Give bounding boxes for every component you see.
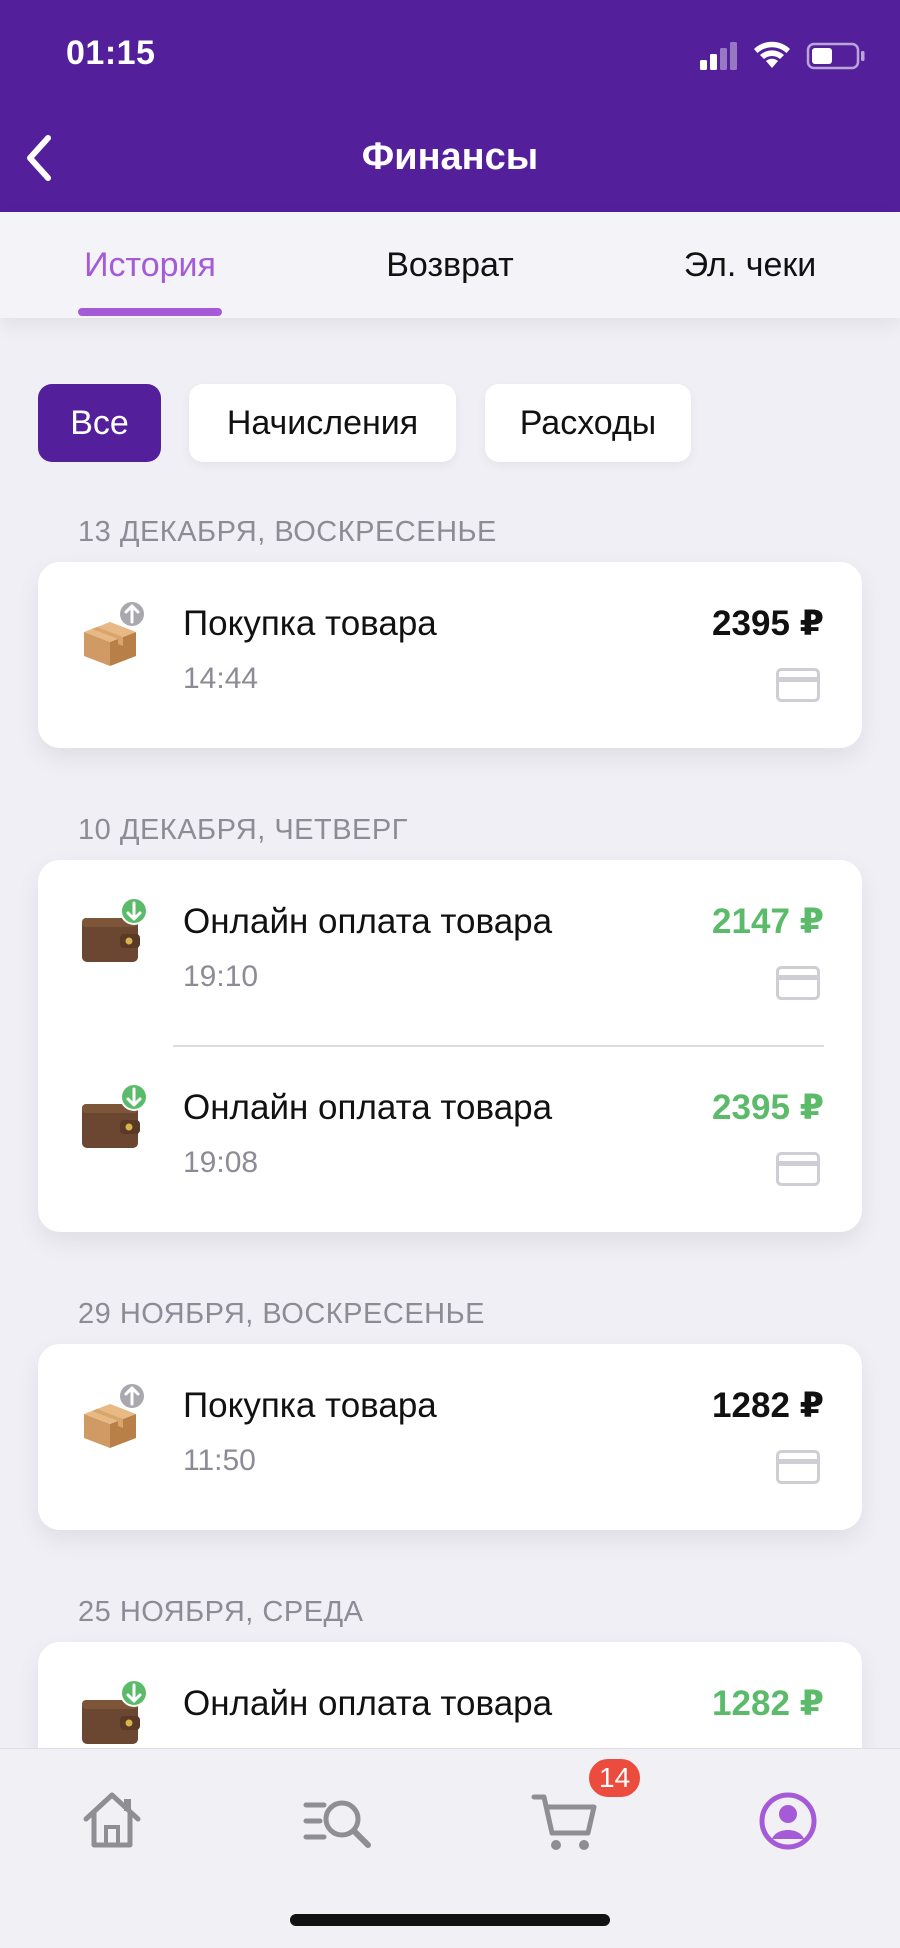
transaction-title: Покупка товара bbox=[183, 604, 437, 643]
home-indicator[interactable] bbox=[290, 1914, 610, 1926]
tab-return[interactable]: Возврат bbox=[360, 212, 540, 318]
date-header: 13 ДЕКАБРЯ, ВОСКРЕСЕНЬЕ bbox=[78, 516, 497, 548]
transaction-row[interactable]: Покупка товара 11:50 1282 ₽ bbox=[38, 1344, 862, 1530]
transaction-row[interactable]: Онлайн оплата товара 19:10 2147 ₽ bbox=[38, 860, 862, 1047]
tab-receipts[interactable]: Эл. чеки bbox=[660, 212, 840, 318]
transaction-title: Покупка товара bbox=[183, 1386, 437, 1425]
wallet-download-icon bbox=[82, 1083, 148, 1148]
transaction-amount: 2395 ₽ bbox=[712, 604, 824, 643]
transaction-time: 11:50 bbox=[183, 1444, 256, 1477]
profile-icon[interactable] bbox=[748, 1781, 828, 1861]
tab-history[interactable]: История bbox=[60, 212, 240, 318]
date-header: 25 НОЯБРЯ, СРЕДА bbox=[78, 1596, 364, 1628]
bank-card-icon bbox=[776, 1450, 820, 1484]
status-time: 01:15 bbox=[66, 34, 156, 72]
transaction-amount: 2147 ₽ bbox=[712, 902, 824, 941]
transaction-title: Онлайн оплата товара bbox=[183, 1684, 553, 1723]
date-header: 10 ДЕКАБРЯ, ЧЕТВЕРГ bbox=[78, 814, 408, 846]
transaction-card: Покупка товара 14:44 2395 ₽ bbox=[38, 562, 862, 748]
box-upload-icon bbox=[84, 600, 146, 666]
bank-card-icon bbox=[776, 966, 820, 1000]
wallet-download-icon bbox=[82, 897, 148, 962]
cart-badge: 14 bbox=[586, 1756, 644, 1800]
transaction-amount: 2395 ₽ bbox=[712, 1088, 824, 1127]
filter-expenses-chip[interactable]: Расходы bbox=[485, 384, 691, 462]
date-header: 29 НОЯБРЯ, ВОСКРЕСЕНЬЕ bbox=[78, 1298, 485, 1330]
signal-icon bbox=[700, 42, 737, 70]
transaction-amount: 1282 ₽ bbox=[712, 1386, 824, 1425]
box-upload-icon bbox=[84, 1382, 146, 1448]
transaction-card: Покупка товара 11:50 1282 ₽ bbox=[38, 1344, 862, 1530]
battery-icon bbox=[806, 42, 865, 70]
filter-all-chip[interactable]: Все bbox=[38, 384, 161, 462]
wallet-download-icon bbox=[82, 1679, 148, 1744]
bank-card-icon bbox=[776, 668, 820, 702]
active-tab-indicator bbox=[78, 308, 222, 316]
wifi-icon bbox=[754, 41, 790, 68]
bank-card-icon bbox=[776, 1152, 820, 1186]
transaction-title: Онлайн оплата товара bbox=[183, 902, 553, 941]
home-icon[interactable] bbox=[72, 1781, 152, 1861]
transaction-card: Онлайн оплата товара 19:10 2147 ₽ Онлайн… bbox=[38, 860, 862, 1232]
status-icons bbox=[700, 41, 865, 70]
transaction-row[interactable]: Онлайн оплата товара 19:08 2395 ₽ bbox=[38, 1046, 862, 1232]
tab-bar: История Возврат Эл. чеки bbox=[0, 212, 900, 318]
page-title: Финансы bbox=[361, 136, 539, 178]
transaction-time: 19:08 bbox=[183, 1146, 259, 1179]
transaction-time: 19:10 bbox=[183, 960, 259, 993]
transaction-amount: 1282 ₽ bbox=[712, 1684, 824, 1723]
catalog-search-icon[interactable] bbox=[298, 1781, 378, 1861]
filter-income-chip[interactable]: Начисления bbox=[189, 384, 456, 462]
transaction-time: 14:44 bbox=[183, 662, 259, 695]
transaction-title: Онлайн оплата товара bbox=[183, 1088, 553, 1127]
transaction-row[interactable]: Покупка товара 14:44 2395 ₽ bbox=[38, 562, 862, 748]
app-header: 01:15 Финансы bbox=[0, 0, 900, 212]
